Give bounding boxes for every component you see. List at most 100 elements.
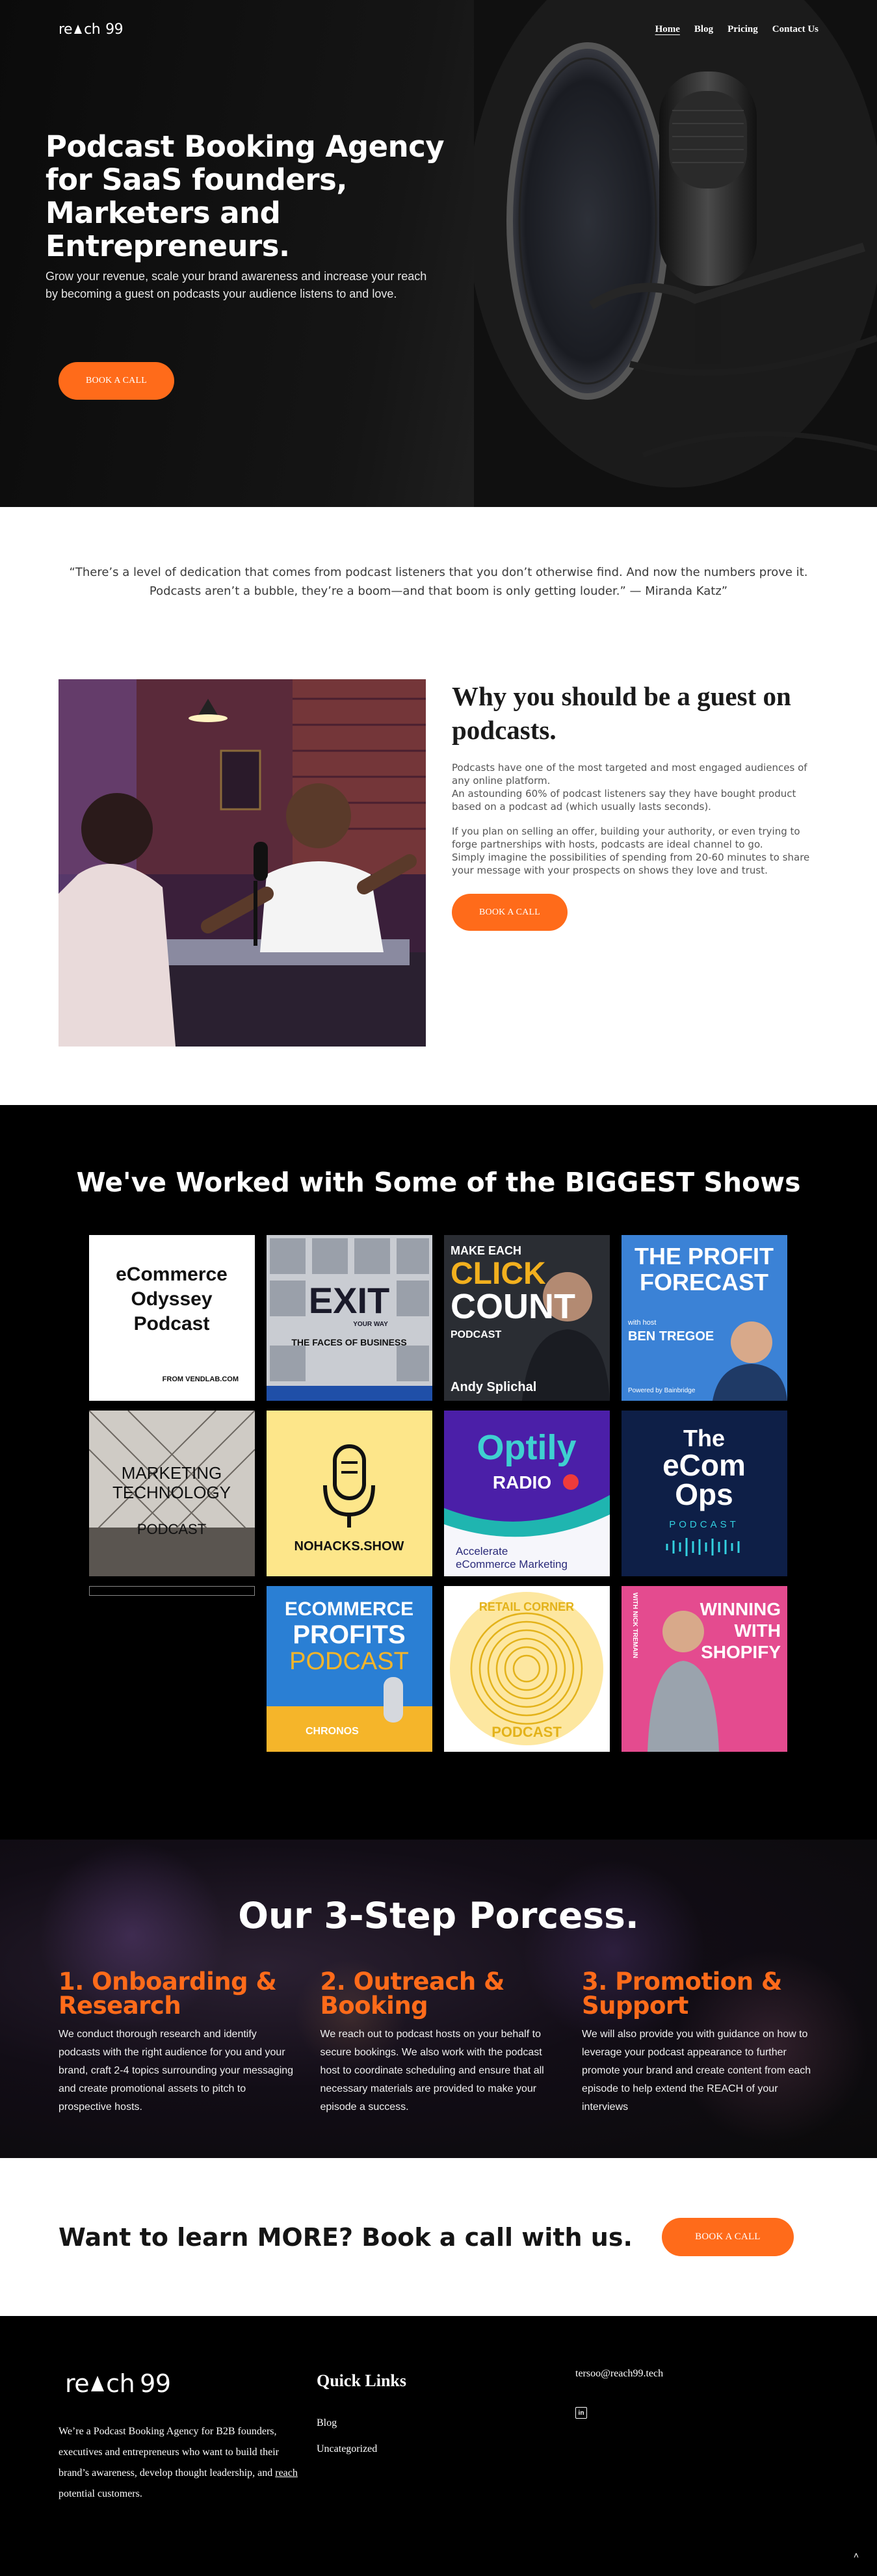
process-steps: 1. Onboarding & Research We conduct thor… bbox=[59, 1970, 819, 2116]
why-paragraphs: Podcasts have one of the most targeted a… bbox=[452, 761, 822, 877]
footer-about-link[interactable]: reach bbox=[275, 2467, 298, 2478]
logo-text-start: re bbox=[59, 21, 73, 38]
tile-text: WITH bbox=[734, 1620, 781, 1641]
tile-text: CHRONOS bbox=[306, 1726, 359, 1737]
tile-text: MAKE EACH bbox=[451, 1244, 521, 1257]
tile-text: SHOPIFY bbox=[701, 1642, 781, 1662]
site-logo[interactable]: re ch 99 bbox=[59, 21, 124, 38]
process-title: Our 3-Step Porcess. bbox=[238, 1895, 639, 1936]
quote-section: “There’s a level of dedication that come… bbox=[0, 507, 877, 657]
tile-text: Podcast bbox=[134, 1313, 210, 1334]
step-title: 2. Outreach & Booking bbox=[320, 1968, 505, 2020]
process-step: 3. Promotion & Support We will also prov… bbox=[582, 1970, 819, 2116]
step-title: 1. Onboarding & Research bbox=[59, 1968, 277, 2020]
cta-title: Want to learn MORE? Book a call with us. bbox=[59, 2222, 633, 2252]
why-book-call-button[interactable]: BOOK A CALL bbox=[452, 894, 568, 931]
why-text: Why you should be a guest on podcasts. P… bbox=[452, 679, 822, 931]
nav-link-home[interactable]: Home bbox=[655, 24, 680, 35]
nav-link-contact[interactable]: Contact Us bbox=[772, 24, 818, 35]
show-tile-profit-forecast[interactable]: THE PROFIT FORECAST with host BEN TREGOE… bbox=[622, 1235, 787, 1401]
show-tile-ecommerce-profits[interactable]: ECOMMERCE PROFITS PODCAST CHRONOS bbox=[267, 1586, 432, 1752]
hero-book-call-button[interactable]: BOOK A CALL bbox=[59, 362, 174, 400]
logo-text-end: ch bbox=[106, 2369, 135, 2398]
nav-link-pricing[interactable]: Pricing bbox=[727, 24, 758, 35]
show-tile-retail-corner[interactable]: RETAIL CORNER PODCAST bbox=[444, 1586, 610, 1752]
quick-links-title: Quick Links bbox=[317, 2371, 407, 2390]
step-title: 3. Promotion & Support bbox=[582, 1968, 782, 2020]
tile-text: EXIT bbox=[309, 1280, 389, 1321]
tile-text: THE FACES OF BUSINESS bbox=[291, 1337, 406, 1347]
shows-section: We've Worked with Some of the BIGGEST Sh… bbox=[0, 1105, 877, 1840]
site-footer: re ch 99 We’re a Podcast Booking Agency fo… bbox=[0, 2316, 877, 2576]
why-paragraph: Podcasts have one of the most targeted a… bbox=[452, 762, 807, 787]
tile-text: The bbox=[683, 1425, 725, 1451]
tile-text: MARKETING bbox=[122, 1463, 222, 1483]
footer-about-text: We’re a Podcast Booking Agency for B2B f… bbox=[59, 2426, 279, 2478]
tile-text: Andy Splichal bbox=[451, 1380, 536, 1394]
footer-email[interactable]: tersoo@reach99.tech bbox=[575, 2368, 663, 2380]
tile-text: Accelerate bbox=[456, 1545, 508, 1557]
logo-text-start: re bbox=[65, 2369, 90, 2398]
why-title: Why you should be a guest on podcasts. bbox=[452, 681, 791, 745]
tile-text: PODCAST bbox=[137, 1521, 206, 1537]
linkedin-icon[interactable]: in bbox=[575, 2407, 587, 2419]
tile-text: Optily bbox=[477, 1428, 576, 1467]
show-tile-exit-your-way[interactable]: EXIT YOUR WAY THE FACES OF BUSINESS bbox=[267, 1235, 432, 1401]
why-paragraph: Simply imagine the possibilities of spen… bbox=[452, 852, 810, 876]
tile-text: RETAIL CORNER bbox=[479, 1600, 574, 1613]
tile-text: FORECAST bbox=[640, 1269, 768, 1295]
tile-text: TECHNOLOGY bbox=[112, 1483, 231, 1502]
logo-triangle-icon bbox=[74, 25, 83, 34]
tile-text: COUNT bbox=[451, 1287, 575, 1326]
tile-text: NOHACKS.SHOW bbox=[295, 1539, 404, 1554]
show-tile-optily-radio[interactable]: Optily RADIO Accelerate eCommerce Market… bbox=[444, 1411, 610, 1576]
why-section: Why you should be a guest on podcasts. P… bbox=[0, 657, 877, 1105]
show-tile-nohacks[interactable]: NOHACKS.SHOW bbox=[267, 1411, 432, 1576]
why-paragraph: If you plan on selling an offer, buildin… bbox=[452, 826, 800, 850]
why-paragraph: An astounding 60% of podcast listeners s… bbox=[452, 788, 796, 813]
process-section: Our 3-Step Porcess. 1. Onboarding & Rese… bbox=[0, 1840, 877, 2158]
tile-text: eCommerce Marketing bbox=[456, 1558, 568, 1570]
footer-logo[interactable]: re ch 99 bbox=[65, 2369, 171, 2398]
tile-text: eCommerce bbox=[116, 1264, 228, 1285]
tile-text: CLICK bbox=[451, 1256, 546, 1291]
logo-number: 99 bbox=[105, 21, 124, 38]
cta-section: Want to learn MORE? Book a call with us.… bbox=[0, 2158, 877, 2316]
quick-link-uncategorized[interactable]: Uncategorized bbox=[317, 2436, 377, 2462]
microphone-image bbox=[474, 0, 877, 507]
tile-text: PODCAST bbox=[289, 1648, 409, 1675]
tile-text: PODCAST bbox=[669, 1519, 739, 1530]
quick-links: Blog Uncategorized bbox=[317, 2410, 377, 2462]
broken-image-placeholder bbox=[89, 1586, 255, 1596]
tile-text: RADIO bbox=[493, 1472, 551, 1492]
step-body: We conduct thorough research and identif… bbox=[59, 2029, 294, 2113]
tile-text: WITH NICK TREMAIN bbox=[631, 1593, 638, 1658]
footer-about: We’re a Podcast Booking Agency for B2B f… bbox=[59, 2421, 299, 2504]
hero-section: re ch 99 Home Blog Pricing Contact Us Podc… bbox=[0, 0, 877, 507]
tile-text: WINNING bbox=[700, 1599, 781, 1619]
nav-links: Home Blog Pricing Contact Us bbox=[655, 24, 818, 35]
process-step: 2. Outreach & Booking We reach out to po… bbox=[321, 1970, 558, 2116]
nav-link-blog[interactable]: Blog bbox=[694, 24, 713, 35]
cta-book-call-button[interactable]: BOOK A CALL bbox=[661, 2218, 794, 2256]
show-tile-marketing-technology[interactable]: MARKETING TECHNOLOGY PODCAST bbox=[89, 1411, 255, 1576]
logo-triangle-icon bbox=[91, 2376, 105, 2391]
tile-text: BEN TREGOE bbox=[628, 1329, 714, 1344]
tile-text: THE PROFIT bbox=[635, 1243, 774, 1269]
quote-text: “There’s a level of dedication that come… bbox=[69, 566, 808, 598]
tile-text: PODCAST bbox=[491, 1724, 562, 1740]
tile-text: Powered by Bainbridge bbox=[628, 1387, 696, 1394]
shows-title: We've Worked with Some of the BIGGEST Sh… bbox=[76, 1167, 801, 1198]
footer-about-text-end: potential customers. bbox=[59, 2488, 142, 2499]
show-tile-ecom-ops[interactable]: The eCom Ops PODCAST bbox=[622, 1411, 787, 1576]
hero-copy: Podcast Booking Agency for SaaS founders… bbox=[46, 130, 449, 400]
show-tile-winning-with-shopify[interactable]: WINNING WITH SHOPIFY WITH NICK TREMAIN bbox=[622, 1586, 787, 1752]
tile-text: ECOMMERCE bbox=[285, 1598, 413, 1620]
podcast-studio-photo bbox=[59, 679, 426, 1047]
tile-text: PROFITS bbox=[293, 1620, 405, 1649]
show-tile-ecommerce-odyssey[interactable]: eCommerce Odyssey Podcast FROM VENDLAB.C… bbox=[89, 1235, 255, 1401]
quick-link-blog[interactable]: Blog bbox=[317, 2410, 377, 2436]
top-navigation: re ch 99 Home Blog Pricing Contact Us bbox=[0, 0, 877, 59]
tile-text: PODCAST bbox=[451, 1329, 501, 1340]
show-tile-make-each-click-count[interactable]: MAKE EACH CLICK COUNT PODCAST Andy Splic… bbox=[444, 1235, 610, 1401]
